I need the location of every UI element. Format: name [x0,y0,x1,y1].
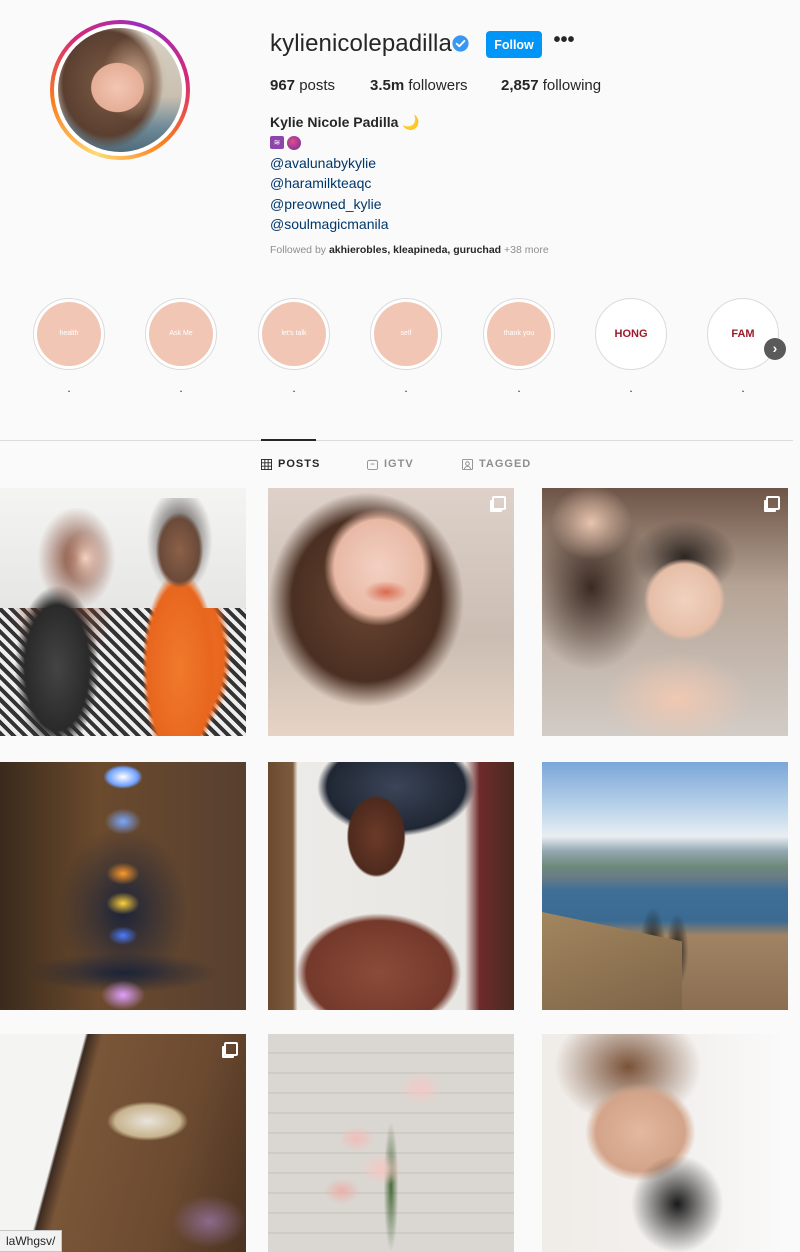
post-thumbnail[interactable] [542,488,788,736]
followed-by-text[interactable]: Followed by akhierobles, kleapineda, gur… [270,244,549,256]
highlight-cover: FAM [711,302,775,366]
post-thumbnail[interactable] [268,488,514,736]
tab-igtv[interactable]: IGTV [367,458,414,470]
highlight-label: . [179,381,183,395]
active-tab-indicator [261,439,316,441]
follow-button[interactable]: Follow [486,31,542,58]
story-highlight[interactable]: thank you . [483,298,555,398]
highlight-cover: let's talk [262,302,326,366]
highlight-label: . [517,381,521,395]
post-thumbnail[interactable] [542,1034,788,1252]
status-bar-url: laWhgsv/ [0,1230,63,1252]
bio-emoji-row: ≋ [270,133,420,153]
chevron-right-icon[interactable]: › [764,338,786,360]
post-thumbnail[interactable] [0,1034,246,1252]
crystal-ball-emoji-icon [287,135,301,150]
tagged-icon [462,458,473,470]
bio-mention-link[interactable]: @avalunabykylie [270,153,420,174]
highlight-label: . [629,381,633,395]
tab-tagged[interactable]: TAGGED [462,458,531,470]
bio-mention-link[interactable]: @soulmagicmanila [270,214,420,235]
highlight-cover: Ask Me [149,302,213,366]
instagram-profile-page: kylienicolepadilla Follow ••• 967 posts … [0,0,800,1252]
highlight-label: . [67,381,71,395]
highlight-cover: health [37,302,101,366]
profile-username: kylienicolepadilla [270,30,452,57]
following-stat[interactable]: 2,857 following [501,77,601,94]
multiple-posts-icon [766,496,780,510]
story-highlight[interactable]: self . [370,298,442,398]
highlight-label: . [292,381,296,395]
highlight-cover: self [374,302,438,366]
highlight-cover: thank you [487,302,551,366]
multiple-posts-icon [492,496,506,510]
avatar-photo [58,28,182,152]
profile-full-name: Kylie Nicole Padilla 🌙 [270,114,420,130]
story-highlight[interactable]: Ask Me . [145,298,217,398]
multiple-posts-icon [224,1042,238,1056]
posts-stat: 967 posts [270,77,336,94]
verified-badge-icon [452,35,469,52]
post-thumbnail[interactable] [0,488,246,736]
tab-posts[interactable]: POSTS [261,458,320,470]
aquarius-emoji-icon: ≋ [270,136,284,149]
post-thumbnail[interactable] [268,1034,514,1252]
bio-mention-link[interactable]: @preowned_kylie [270,194,420,215]
bio-mention-link[interactable]: @haramilkteaqc [270,173,420,194]
post-thumbnail[interactable] [542,762,788,1010]
story-highlight[interactable]: health . [33,298,105,398]
followers-stat[interactable]: 3.5m followers [370,77,468,94]
highlight-cover: HONG KONG [599,302,663,366]
igtv-icon [367,459,378,470]
post-thumbnail[interactable] [268,762,514,1010]
post-thumbnail[interactable] [0,762,246,1010]
tabs-divider [0,440,793,441]
story-highlight[interactable]: HONG KONG . [595,298,667,398]
highlight-label: . [404,381,408,395]
profile-avatar[interactable] [50,20,190,160]
profile-bio: Kylie Nicole Padilla 🌙 ≋ @avalunabykylie… [270,112,420,235]
story-highlight[interactable]: let's talk . [258,298,330,398]
grid-icon [261,458,272,470]
more-options-icon[interactable]: ••• [553,30,575,53]
highlight-label: . [741,381,745,395]
